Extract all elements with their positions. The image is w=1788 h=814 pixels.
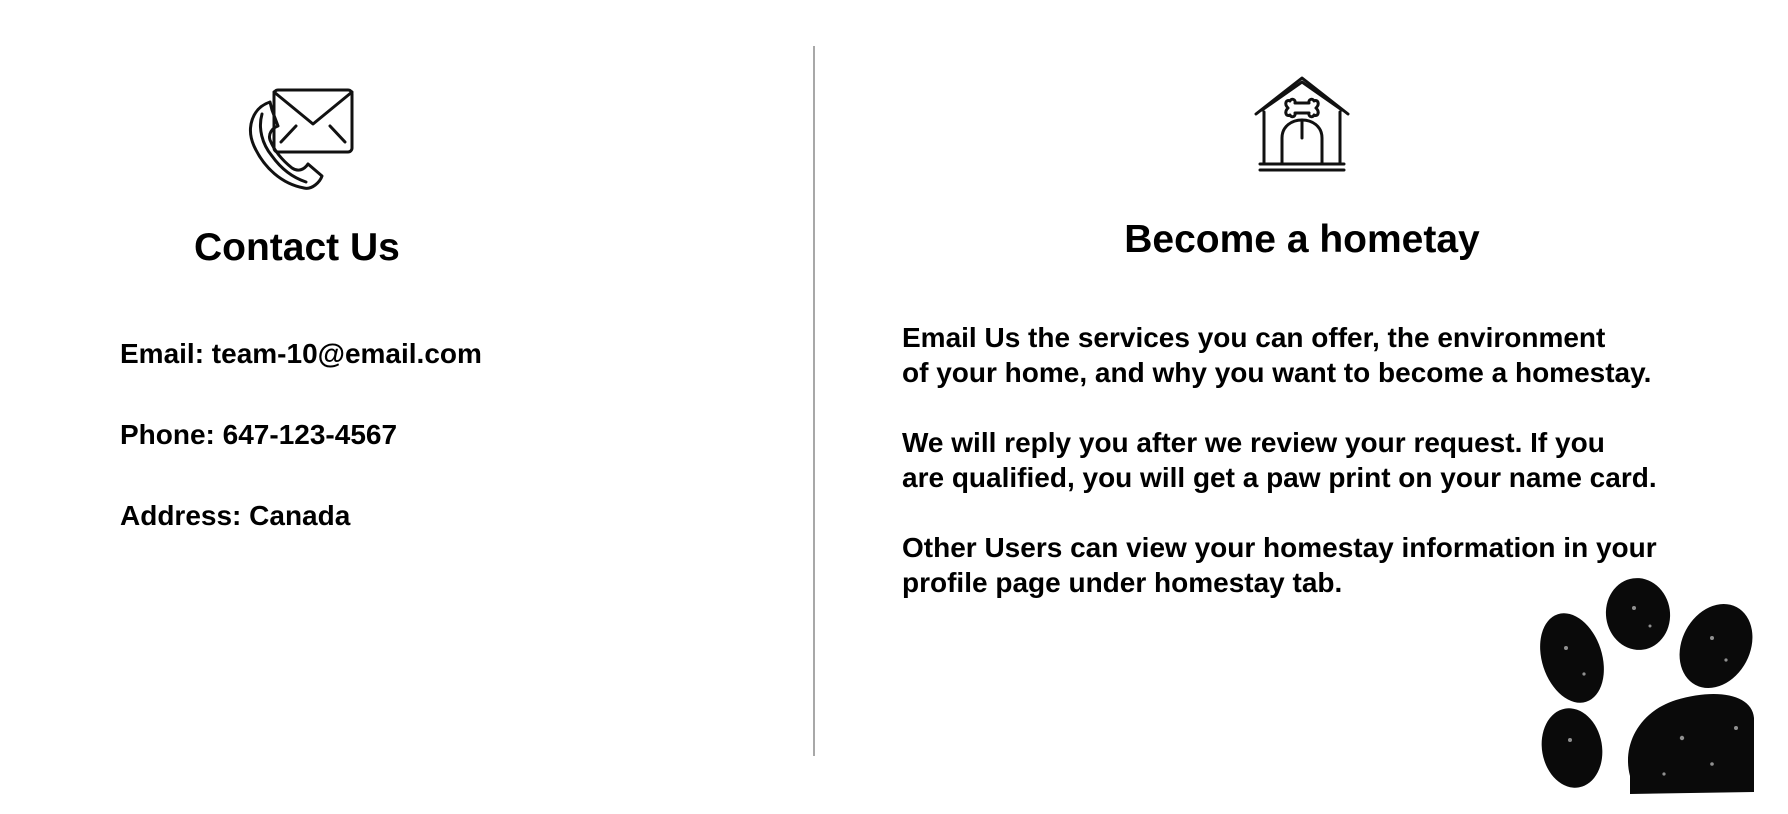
homestay-paragraph-1-line-1: Email Us the services you can offer, the… — [902, 322, 1606, 353]
contact-email[interactable]: Email: team-10@email.com — [120, 338, 482, 370]
homestay-paragraph-3-line-1: Other Users can view your homestay infor… — [902, 532, 1657, 563]
contact-address: Address: Canada — [120, 500, 351, 531]
phone-envelope-icon — [249, 88, 354, 190]
contact-section — [0, 0, 814, 814]
homestay-paragraph-1-line-2: of your home, and why you want to become… — [902, 357, 1652, 388]
homestay-paragraph-2-line-1: We will reply you after we review your r… — [902, 427, 1605, 458]
contact-phone[interactable]: Phone: 647-123-4567 — [120, 419, 397, 451]
homestay-title: Become a hometay — [1124, 218, 1480, 261]
homestay-paragraph-1: Email Us the services you can offer, the… — [902, 320, 1651, 390]
paw-print-icon — [1540, 578, 1754, 794]
homestay-paragraph-2-line-2: are qualified, you will get a paw print … — [902, 462, 1657, 493]
homestay-paragraph-2: We will reply you after we review your r… — [902, 425, 1657, 495]
dog-house-icon — [1254, 76, 1350, 172]
